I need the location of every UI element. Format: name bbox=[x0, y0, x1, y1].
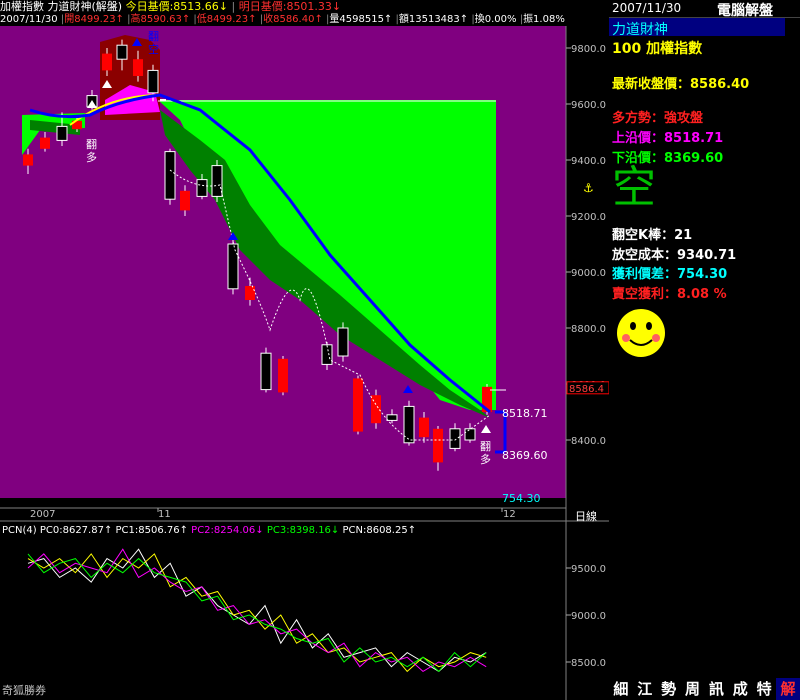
candle-body bbox=[433, 428, 443, 463]
y-tick-label: 8800.0 bbox=[571, 324, 606, 335]
broker-label: 奇狐勝券 bbox=[2, 683, 46, 697]
candle-body bbox=[449, 428, 461, 449]
price-axis-area bbox=[566, 26, 609, 498]
indicator-name[interactable]: 力道財神(解盤) bbox=[48, 0, 123, 13]
candle-body bbox=[180, 190, 190, 211]
panel-profit-diff: 獲利價差：754.30 bbox=[612, 267, 728, 282]
quote-date: 2007/11/30 bbox=[0, 14, 58, 25]
panel-last-close: 最新收盤價：8586.40 bbox=[612, 77, 750, 92]
toolbar-button-7[interactable]: 解 bbox=[776, 678, 800, 700]
candle-body bbox=[40, 137, 50, 149]
header-line-1: 加權指數 力道財神(解盤) 今日基價:8513.66↓ | 明日基價:8501.… bbox=[0, 0, 566, 13]
toolbar-button-4[interactable]: 訊 bbox=[705, 678, 729, 700]
profit-value-label: 754.30 bbox=[502, 492, 541, 505]
candle-body bbox=[164, 151, 176, 200]
amount: 額13513483↑ bbox=[398, 14, 469, 25]
anchor-icon: ⚓ bbox=[583, 181, 594, 195]
panel-title: 電腦解盤 bbox=[717, 3, 773, 19]
index-name[interactable]: 加權指數 bbox=[0, 0, 44, 13]
x-label: 11 bbox=[158, 509, 171, 520]
high-price: 高8590.63↑ bbox=[130, 14, 191, 25]
panel-upper: 上沿價：8518.71 bbox=[612, 131, 724, 146]
toolbar-button-0[interactable]: 細 bbox=[609, 678, 633, 700]
candle-body bbox=[464, 428, 476, 441]
y-tick-label: 9600.0 bbox=[571, 100, 606, 111]
toolbar-button-2[interactable]: 勢 bbox=[657, 678, 681, 700]
panel-indicator: 力道財神 bbox=[612, 22, 668, 38]
analysis-panel: 2007/11/30 電腦解盤 力道財神 100 加權指數 最新收盤價：8586… bbox=[609, 0, 800, 700]
upper-price-label: 8518.71 bbox=[502, 407, 548, 420]
volume: 量4598515↑ bbox=[329, 14, 393, 25]
chart-area[interactable]: 9800.09600.09400.09200.09000.08800.08600… bbox=[0, 0, 609, 700]
candle-body bbox=[419, 417, 429, 438]
candle-body bbox=[56, 125, 68, 141]
header-line-2: 2007/11/30 |開8499.23↑ |高8590.63↑ |低8499.… bbox=[0, 13, 566, 26]
candle-body bbox=[386, 414, 398, 421]
x-label: 12 bbox=[503, 509, 516, 520]
candle-body bbox=[353, 378, 363, 432]
panel-trend: 多方勢：強攻盤 bbox=[612, 111, 704, 126]
panel-date: 2007/11/30 bbox=[612, 1, 682, 15]
panel-short-cost: 放空成本：9340.71 bbox=[612, 248, 737, 263]
sub-y-tick-label: 9500.0 bbox=[571, 564, 606, 575]
low-price: 低8499.23↑ bbox=[196, 14, 257, 25]
tomorrow-base-price: 明日基價:8501.33↓ bbox=[238, 0, 342, 13]
function-toolbar: 細江勢周訊成特解 bbox=[609, 678, 800, 700]
toolbar-button-1[interactable]: 江 bbox=[633, 678, 657, 700]
close-price: 收8586.40↑ bbox=[263, 14, 323, 25]
y-tick-label: 9000.0 bbox=[571, 268, 606, 279]
lower-price-label: 8369.60 bbox=[502, 449, 548, 462]
candle-body bbox=[211, 165, 223, 197]
candle-body bbox=[102, 53, 112, 71]
toolbar-button-3[interactable]: 周 bbox=[681, 678, 705, 700]
flip-short-text: 空 bbox=[148, 42, 159, 56]
y-tick-label: 8400.0 bbox=[571, 436, 606, 447]
candle-body bbox=[337, 327, 349, 357]
sub-plot-background bbox=[0, 521, 609, 700]
candle-body bbox=[260, 352, 272, 391]
y-tick-label: 9800.0 bbox=[571, 44, 606, 55]
sub-y-tick-label: 8500.0 bbox=[571, 658, 606, 669]
sub-y-tick-label: 9000.0 bbox=[571, 611, 606, 622]
flip-long-text: 多 bbox=[86, 150, 97, 164]
flip-short-text: 翻 bbox=[148, 29, 159, 43]
amplitude: 振1.08% bbox=[523, 14, 565, 25]
flip-long-text: 多 bbox=[480, 452, 491, 466]
candle-body bbox=[278, 358, 288, 393]
candle-body bbox=[133, 59, 143, 76]
indicator-row[interactable]: 力道財神 bbox=[609, 18, 785, 38]
candle-body bbox=[147, 69, 159, 94]
panel-profit-pct: 賣空獲利：8.08 % bbox=[612, 287, 727, 302]
flip-long-text: 翻 bbox=[480, 439, 491, 453]
y-tick-label: 9400.0 bbox=[571, 156, 606, 167]
x-label: 2007 bbox=[30, 509, 55, 520]
candle-body bbox=[227, 243, 239, 290]
candle-body bbox=[23, 154, 33, 166]
panel-titlebar: 2007/11/30 電腦解盤 bbox=[609, 0, 800, 19]
toolbar-button-6[interactable]: 特 bbox=[752, 678, 776, 700]
flip-long-text: 翻 bbox=[86, 137, 97, 151]
candle-body bbox=[196, 179, 208, 197]
candle-body bbox=[116, 44, 128, 60]
sub-chart-legend: PCN(4) PC0:8627.87↑ PC1:8506.76↑ PC2:825… bbox=[2, 525, 416, 536]
state-glyph: 空 bbox=[612, 162, 656, 213]
panel-symbol: 100 加權指數 bbox=[612, 41, 703, 57]
candle-body bbox=[245, 286, 255, 300]
y-tick-label: 9200.0 bbox=[571, 212, 606, 223]
candle-body bbox=[371, 395, 381, 424]
open-price: 開8499.23↑ bbox=[64, 14, 124, 25]
smiley-icon bbox=[617, 309, 665, 357]
panel-short-bars: 翻空K棒：21 bbox=[612, 228, 693, 243]
toolbar-button-5[interactable]: 成 bbox=[728, 678, 752, 700]
today-base-price: 今日基價:8513.66↓ bbox=[125, 0, 229, 13]
period-label: 日線 bbox=[575, 509, 597, 523]
price-tag-label: 8586.4 bbox=[569, 384, 604, 395]
turnover: 換0.00% bbox=[474, 14, 517, 25]
